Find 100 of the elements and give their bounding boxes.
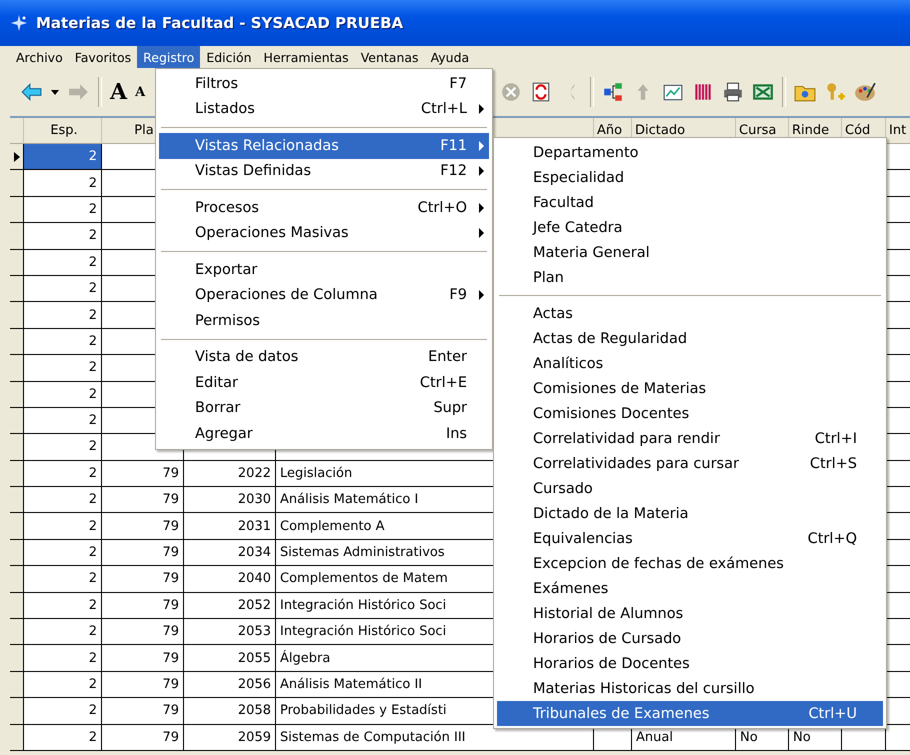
menu-item[interactable]: Materia General [497, 240, 883, 265]
table-cell: 2 [24, 619, 102, 646]
table-cell: 2056 [184, 672, 276, 698]
table-cell: 2 [24, 276, 102, 302]
row-header[interactable] [10, 566, 24, 593]
menu-bar-item[interactable]: Ayuda [424, 46, 476, 68]
table-cell: 2 [24, 223, 102, 250]
menu-item[interactable]: Vistas Definidas F12 [159, 158, 489, 184]
row-header[interactable] [10, 302, 24, 329]
table-cell: 2052 [184, 592, 276, 620]
row-header[interactable] [10, 170, 24, 197]
table-cell: 79 [102, 645, 184, 672]
table-cell: 79 [102, 672, 184, 698]
table-cell: 79 [102, 698, 184, 725]
row-header[interactable] [10, 487, 24, 514]
row-header[interactable] [10, 672, 24, 698]
table-cell: 2 [24, 328, 102, 356]
left-arrow-icon[interactable] [20, 81, 42, 103]
table-cell: 2 [24, 355, 102, 382]
table-cell: 2 [24, 698, 102, 725]
menu-item[interactable]: Editar Ctrl+E [159, 370, 489, 396]
table-cell: 2 [24, 460, 102, 488]
table-cell: 2 [24, 144, 102, 170]
table-cell: 2031 [184, 513, 276, 540]
table-cell: 2 [24, 513, 102, 540]
menu-bar-item[interactable]: Registro [137, 46, 200, 68]
table-cell: 2 [24, 170, 102, 197]
row-header[interactable] [10, 724, 24, 751]
table-cell: 79 [102, 724, 184, 751]
table-cell: 2053 [184, 619, 276, 646]
menu-item[interactable]: Especialidad [497, 165, 883, 190]
menu-item[interactable]: Operaciones de Columna F9 [159, 282, 489, 308]
menu-item[interactable]: Tribunales de Examenes Ctrl+U [497, 701, 883, 726]
shrink-font-button[interactable]: A [135, 86, 146, 98]
table-cell: 2022 [184, 460, 276, 488]
menu-item[interactable]: Plan [497, 265, 883, 290]
menu-bar-item[interactable]: Ventanas [354, 46, 425, 68]
menu-bar-item[interactable]: Herramientas [258, 46, 355, 68]
menu-item[interactable]: Jefe Catedra [497, 215, 883, 240]
hierarchy-icon[interactable] [602, 81, 624, 103]
menu-bar-item[interactable]: Favoritos [68, 46, 138, 68]
row-header[interactable] [10, 223, 24, 250]
table-cell: 2 [24, 566, 102, 593]
menu-item[interactable]: Analíticos [497, 351, 883, 376]
table-cell: Sistemas de Computación III [276, 724, 594, 751]
row-header[interactable] [10, 592, 24, 620]
row-header[interactable] [10, 434, 24, 461]
row-header[interactable] [10, 408, 24, 434]
row-header[interactable] [10, 645, 24, 672]
row-header[interactable] [10, 250, 24, 276]
menu-item[interactable]: Comisiones Docentes [497, 401, 883, 426]
menu-item[interactable]: Vistas Relacionadas F11 [159, 133, 489, 158]
row-header[interactable] [10, 355, 24, 382]
table-cell: 2 [24, 724, 102, 751]
table-cell: 79 [102, 513, 184, 540]
row-header[interactable] [10, 276, 24, 302]
menu-item[interactable]: Correlatividad para rendir Ctrl+I [497, 426, 883, 451]
menu-bar-item[interactable]: Archivo [10, 46, 69, 68]
table-cell: 2 [24, 645, 102, 672]
table-cell: 79 [102, 460, 184, 488]
table-cell: 2 [24, 408, 102, 434]
row-header[interactable] [10, 144, 24, 170]
menu-item[interactable]: Actas de Regularidad [497, 326, 883, 351]
menu-item[interactable]: Permisos [159, 308, 489, 334]
row-header[interactable] [10, 540, 24, 566]
column-header[interactable]: Esp. [24, 118, 102, 144]
table-cell: 2 [24, 487, 102, 514]
table-cell: 2059 [184, 724, 276, 751]
menu-item[interactable]: Exportar [159, 257, 489, 282]
palette-icon[interactable] [854, 81, 876, 103]
menu-item[interactable]: Borrar Supr [159, 396, 489, 421]
table-cell: 2 [24, 250, 102, 276]
printer-icon[interactable] [722, 81, 744, 103]
row-header[interactable] [10, 196, 24, 224]
menu-item[interactable]: Facultad [497, 190, 883, 215]
row-header[interactable] [10, 328, 24, 356]
table-cell: 2040 [184, 566, 276, 593]
row-header[interactable] [10, 698, 24, 725]
menu-item[interactable]: Agregar Ins [159, 421, 489, 446]
table-cell: 2 [24, 302, 102, 329]
table-cell: 2 [24, 382, 102, 408]
row-header[interactable] [10, 619, 24, 646]
row-header[interactable] [10, 513, 24, 540]
table-cell: 2030 [184, 487, 276, 514]
table-cell: 2034 [184, 540, 276, 566]
menu-item[interactable]: Procesos Ctrl+O [159, 195, 489, 220]
menu-item[interactable]: Vista de datos Enter [159, 344, 489, 370]
menu-item[interactable]: Comisiones de Materias [497, 376, 883, 401]
menu-item[interactable]: Actas [497, 301, 883, 326]
table-cell: 2 [24, 672, 102, 698]
menu-bar-item[interactable]: Edición [200, 46, 258, 68]
menu-item[interactable]: Operaciones Masivas [159, 220, 489, 246]
menu-item[interactable]: Filtros F7 [159, 71, 489, 96]
refresh-icon[interactable] [530, 81, 552, 103]
row-header[interactable] [10, 460, 24, 488]
table-cell: 2055 [184, 645, 276, 672]
row-header[interactable] [10, 382, 24, 408]
grid-corner [10, 118, 24, 144]
enlarge-font-button[interactable]: A [110, 81, 128, 103]
table-cell: 79 [102, 540, 184, 566]
